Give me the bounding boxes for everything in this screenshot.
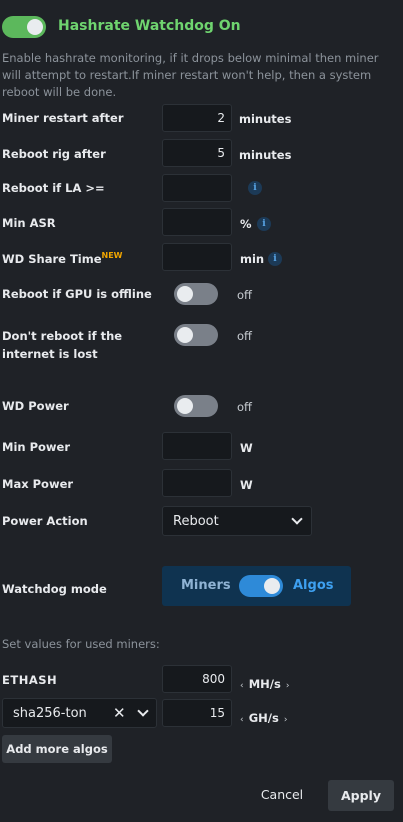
wd-power-state: off bbox=[237, 400, 252, 414]
min-power-label: Min Power bbox=[2, 440, 71, 454]
chevron-down-icon bbox=[291, 513, 303, 525]
wd-share-time-input[interactable] bbox=[162, 243, 232, 271]
algos-hint: Set values for used miners: bbox=[2, 637, 160, 651]
arrow-right-icon[interactable]: › bbox=[284, 715, 288, 725]
max-power-input[interactable] bbox=[162, 469, 232, 497]
wd-share-time-unit: min bbox=[240, 252, 265, 266]
ethash-unit-stepper[interactable]: ‹ MH/s › bbox=[240, 673, 290, 692]
arrow-right-icon[interactable]: › bbox=[286, 681, 290, 691]
reboot-gpu-offline-toggle[interactable] bbox=[174, 283, 218, 305]
watchdog-mode-toggle[interactable] bbox=[239, 575, 283, 597]
mode-option-algos[interactable]: Algos bbox=[293, 578, 334, 593]
miner-restart-label: Miner restart after bbox=[2, 111, 124, 125]
miner-restart-unit: minutes bbox=[239, 112, 292, 126]
toggle-knob bbox=[264, 578, 280, 594]
page-title: Hashrate Watchdog On bbox=[58, 18, 241, 34]
power-action-select[interactable]: Reboot bbox=[162, 506, 312, 536]
reboot-gpu-offline-label: Reboot if GPU is offline bbox=[2, 287, 152, 301]
min-asr-unit: % bbox=[240, 217, 252, 231]
no-reboot-internet-state: off bbox=[237, 329, 252, 343]
no-reboot-internet-label: Don't reboot if the internet is lost bbox=[2, 329, 123, 361]
watchdog-enable-toggle[interactable] bbox=[2, 16, 46, 38]
sha256-hashrate-input[interactable]: 15 bbox=[162, 699, 232, 727]
toggle-knob bbox=[177, 286, 193, 302]
toggle-knob bbox=[177, 327, 193, 343]
description-text: Enable hashrate monitoring, if it drops … bbox=[2, 51, 379, 99]
power-action-value: Reboot bbox=[173, 514, 219, 529]
wd-share-time-text: WD Share Time bbox=[2, 251, 102, 266]
mode-option-miners[interactable]: Miners bbox=[181, 578, 231, 593]
sha256-unit-stepper[interactable]: ‹ GH/s › bbox=[240, 707, 288, 726]
algo-select-value: sha256-ton bbox=[13, 706, 87, 721]
cancel-button[interactable]: Cancel bbox=[250, 780, 314, 810]
max-power-label: Max Power bbox=[2, 477, 74, 491]
wd-power-toggle[interactable] bbox=[174, 395, 218, 417]
max-power-unit: W bbox=[240, 478, 253, 492]
info-icon[interactable]: i bbox=[248, 181, 262, 195]
miner-restart-input[interactable]: 2 bbox=[162, 104, 232, 132]
algo-name-ethash: ETHASH bbox=[2, 673, 58, 687]
arrow-left-icon[interactable]: ‹ bbox=[240, 715, 244, 725]
reboot-gpu-offline-state: off bbox=[237, 288, 252, 302]
apply-button[interactable]: Apply bbox=[328, 780, 394, 811]
ethash-unit: MH/s bbox=[248, 677, 281, 691]
power-action-label: Power Action bbox=[2, 514, 88, 528]
wd-share-time-label: WD Share TimeNEW bbox=[2, 251, 123, 266]
no-reboot-internet-toggle[interactable] bbox=[174, 324, 218, 346]
chevron-down-icon[interactable] bbox=[137, 705, 149, 717]
arrow-left-icon[interactable]: ‹ bbox=[240, 681, 244, 691]
reboot-rig-input[interactable]: 5 bbox=[162, 139, 232, 167]
toggle-knob bbox=[177, 398, 193, 414]
reboot-la-label: Reboot if LA >= bbox=[2, 181, 105, 195]
new-badge: NEW bbox=[101, 251, 123, 260]
sha256-unit: GH/s bbox=[248, 711, 279, 725]
toggle-knob bbox=[27, 19, 43, 35]
clear-icon[interactable]: ✕ bbox=[113, 704, 126, 722]
info-icon[interactable]: i bbox=[257, 217, 271, 231]
watchdog-mode-label: Watchdog mode bbox=[2, 582, 107, 596]
min-power-unit: W bbox=[240, 441, 253, 455]
add-more-algos-button[interactable]: Add more algos bbox=[2, 735, 112, 763]
wd-power-label: WD Power bbox=[2, 399, 69, 413]
info-icon[interactable]: i bbox=[268, 252, 282, 266]
ethash-hashrate-input[interactable]: 800 bbox=[162, 665, 232, 693]
min-power-input[interactable] bbox=[162, 432, 232, 460]
watchdog-mode-switch[interactable]: Miners Algos bbox=[162, 566, 351, 606]
reboot-rig-unit: minutes bbox=[239, 148, 292, 162]
reboot-la-input[interactable] bbox=[162, 174, 232, 202]
reboot-rig-label: Reboot rig after bbox=[2, 147, 106, 161]
algo-select[interactable]: sha256-ton ✕ bbox=[2, 698, 157, 728]
min-asr-input[interactable] bbox=[162, 208, 232, 236]
min-asr-label: Min ASR bbox=[2, 216, 56, 230]
